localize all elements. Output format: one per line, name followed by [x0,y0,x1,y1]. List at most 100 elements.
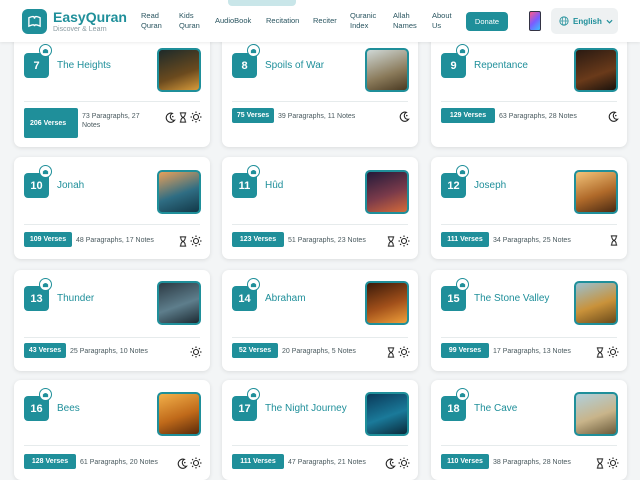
verses-badge: 109 Verses [24,232,72,247]
surah-cover-image[interactable] [157,48,201,92]
moon-icon [177,458,188,469]
verses-badge: 128 Verses [24,454,76,469]
surah-name[interactable]: The Cave [474,403,517,414]
language-selector[interactable]: English [551,8,618,34]
surah-name[interactable]: Hûd [265,180,283,191]
nav-read-quran[interactable]: Read Quran [141,11,162,31]
nav-label: Names [393,21,417,30]
hourglass-icon [178,235,188,247]
surah-name[interactable]: Repentance [474,60,528,71]
content-type-icons [399,111,410,122]
surah-card[interactable]: 9 Repentance 129 Verses 63 Paragraphs, 28 N… [431,35,627,147]
nav-label: Quran [141,21,162,30]
surah-cover-image[interactable] [574,48,618,92]
mosque-icon [39,388,52,401]
surah-cover-image[interactable] [365,170,409,214]
surah-name[interactable]: Joseph [474,180,506,191]
nav-label: Index [350,21,369,30]
divider [24,445,200,446]
mosque-icon [39,278,52,291]
surah-card[interactable]: 16 Bees 128 Verses 61 Paragraphs, 20 Notes [14,380,210,480]
content-type-icons [595,457,619,469]
surah-name[interactable]: Thunder [57,293,94,304]
sun-icon [190,235,202,247]
nav-reciter[interactable]: Reciter [313,16,337,26]
paragraphs-notes-count: 47 Paragraphs, 21 Notes [288,459,366,466]
top-header: EasyQuran Discover & Learn Read Quran Kid… [0,0,640,42]
content-type-icons [190,346,202,358]
content-type-icons [609,235,619,246]
surah-cover-image[interactable] [574,281,618,325]
surah-cover-image[interactable] [157,392,201,436]
divider [441,101,617,102]
verses-badge: 111 Verses [232,454,284,469]
surah-card[interactable]: 7 The Heights 206 Verses 73 Paragraphs, 27 … [14,35,210,147]
divider [24,337,200,338]
hourglass-icon [386,346,396,358]
mosque-icon [247,278,260,291]
paragraphs-notes-count: 39 Paragraphs, 11 Notes [278,113,356,120]
content-type-icons [177,457,202,469]
mosque-icon [456,278,469,291]
verses-badge: 75 Verses [232,108,274,123]
sun-icon [398,457,410,469]
nav-about-us[interactable]: About Us [432,11,452,31]
surah-card[interactable]: 12 Joseph 111 Verses 34 Paragraphs, 25 Note… [431,157,627,259]
surah-card[interactable]: 18 The Cave 110 Verses 38 Paragraphs, 28 No… [431,380,627,480]
content-type-icons [608,111,619,122]
hourglass-icon [178,111,188,123]
partial-tab-indicator [228,0,296,6]
surah-cover-image[interactable] [365,392,409,436]
surah-card[interactable]: 17 The Night Journey 111 Verses 47 Paragrap… [222,380,418,480]
surah-cover-image[interactable] [365,281,409,325]
nav-allah-names[interactable]: Allah Names [393,11,417,31]
mosque-icon [247,165,260,178]
surah-name[interactable]: Bees [57,403,80,414]
surah-card[interactable]: 8 Spoils of War 75 Verses 39 Paragraphs, 11… [222,35,418,147]
content-type-icons [386,235,410,247]
surah-card[interactable]: 10 Jonah 109 Verses 48 Paragraphs, 17 Notes [14,157,210,259]
surah-name[interactable]: The Stone Valley [474,293,549,304]
nav-label: Allah [393,11,410,20]
surah-card[interactable]: 11 Hûd 123 Verses 51 Paragraphs, 23 Notes [222,157,418,259]
nav-label: Reciter [313,16,337,25]
surah-name[interactable]: The Heights [57,60,111,71]
verses-badge: 111 Verses [441,232,489,247]
sun-icon [190,111,202,123]
easyquran-logo-icon[interactable] [22,9,47,34]
donate-button[interactable]: Donate [466,12,508,31]
mosque-icon [456,388,469,401]
nav-label: AudioBook [215,16,252,25]
paragraphs-notes-count: 61 Paragraphs, 20 Notes [80,459,158,466]
sun-icon [398,346,410,358]
surah-card[interactable]: 13 Thunder 43 Verses 25 Paragraphs, 10 Note… [14,270,210,371]
paragraphs-notes-count: 34 Paragraphs, 25 Notes [493,237,571,244]
verses-badge: 52 Verses [232,343,278,358]
divider [24,101,200,102]
paragraphs-notes-count: 17 Paragraphs, 13 Notes [493,348,571,355]
surah-cover-image[interactable] [574,392,618,436]
sun-icon [398,235,410,247]
nav-quranic-index[interactable]: Quranic Index [350,11,376,31]
paragraphs-notes-count: 63 Paragraphs, 28 Notes [499,113,577,120]
surah-name[interactable]: The Night Journey [265,403,347,414]
surah-cover-image[interactable] [574,170,618,214]
nav-audiobook[interactable]: AudioBook [215,16,251,26]
app-title[interactable]: EasyQuran [53,9,127,25]
mosque-icon [247,44,260,57]
nav-recitation[interactable]: Recitation [266,16,299,26]
hourglass-icon [595,346,605,358]
surah-cover-image[interactable] [365,48,409,92]
surah-card[interactable]: 15 The Stone Valley 99 Verses 17 Paragraphs… [431,270,627,371]
mobile-app-icon[interactable] [529,11,541,31]
surah-name[interactable]: Jonah [57,180,84,191]
surah-name[interactable]: Abraham [265,293,306,304]
nav-kids-quran[interactable]: Kids Quran [179,11,200,31]
surah-cover-image[interactable] [157,281,201,325]
paragraphs-notes-count: 25 Paragraphs, 10 Notes [70,348,148,355]
divider [232,445,408,446]
surah-cover-image[interactable] [157,170,201,214]
verses-badge: 110 Verses [441,454,489,469]
surah-name[interactable]: Spoils of War [265,60,324,71]
surah-card[interactable]: 14 Abraham 52 Verses 20 Paragraphs, 5 Notes [222,270,418,371]
